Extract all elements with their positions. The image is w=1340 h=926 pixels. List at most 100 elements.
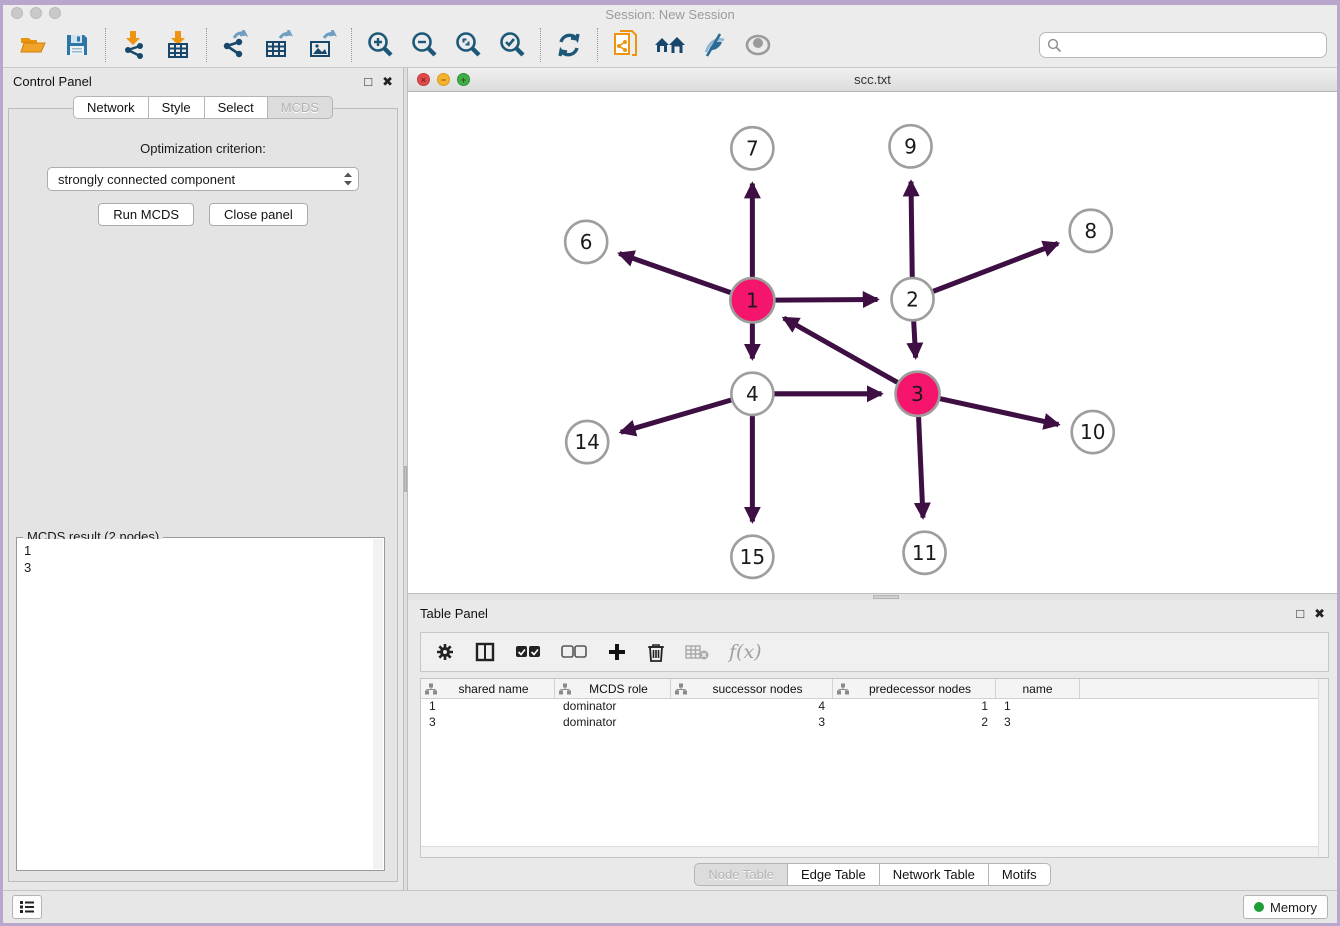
tab-edge-table[interactable]: Edge Table [788, 863, 880, 886]
mcds-result-list[interactable]: 13 [18, 539, 383, 869]
table-cell[interactable]: 2 [833, 715, 996, 731]
node-7[interactable]: 7 [731, 127, 773, 169]
network-zoom-button[interactable]: + [457, 73, 470, 86]
tab-mcds[interactable]: MCDS [268, 96, 333, 119]
table-vertical-scrollbar[interactable] [1318, 679, 1328, 857]
show-column-panel-icon [475, 642, 495, 662]
create-column-button[interactable] [607, 642, 627, 662]
minimize-window-button[interactable] [30, 7, 42, 19]
float-panel-icon[interactable]: □ [364, 75, 372, 88]
splitter-handle[interactable] [404, 466, 407, 492]
export-table-button[interactable] [261, 28, 297, 62]
node-9[interactable]: 9 [890, 125, 932, 167]
table-cell[interactable]: dominator [555, 715, 671, 731]
network-minimize-button[interactable]: − [437, 73, 450, 86]
export-image-button[interactable] [305, 28, 341, 62]
table-cell[interactable]: 3 [671, 715, 833, 731]
import-network-button[interactable] [116, 28, 152, 62]
delete-table-button[interactable] [685, 644, 709, 660]
close-panel-icon[interactable]: ✖ [1314, 607, 1325, 620]
splitter-handle[interactable] [873, 595, 899, 599]
column-header-name[interactable]: name [996, 679, 1080, 698]
table-row[interactable]: 1dominator411 [421, 699, 1328, 715]
column-header-successor-nodes[interactable]: successor nodes [671, 679, 833, 698]
control-panel-header: Control Panel □ ✖ [3, 68, 403, 94]
tab-style[interactable]: Style [149, 96, 205, 119]
zoom-in-button[interactable] [362, 28, 398, 62]
zoom-selected-button[interactable] [494, 28, 530, 62]
memory-button[interactable]: Memory [1243, 895, 1328, 919]
tab-network-table[interactable]: Network Table [880, 863, 989, 886]
column-header-MCDS-role[interactable]: MCDS role [555, 679, 671, 698]
show-column-panel-button[interactable] [475, 642, 495, 662]
apply-layout-button[interactable] [551, 28, 587, 62]
edge-2-9[interactable] [911, 182, 912, 278]
close-panel-button[interactable]: Close panel [209, 203, 308, 226]
edge-3-11[interactable] [919, 417, 923, 518]
node-1[interactable]: 1 [730, 278, 774, 322]
network-graph[interactable]: 7 9 6 8 1 2 4 3 14 10 15 11 [408, 92, 1337, 593]
first-neighbors-button[interactable] [652, 28, 688, 62]
table-options-button[interactable] [435, 642, 455, 662]
node-3[interactable]: 3 [896, 372, 940, 416]
close-panel-icon[interactable]: ✖ [382, 75, 393, 88]
table-cell[interactable]: 1 [833, 699, 996, 715]
result-scrollbar[interactable] [373, 539, 383, 869]
application-window: Session: New Session [0, 0, 1340, 926]
network-canvas[interactable]: 7 9 6 8 1 2 4 3 14 10 15 11 [408, 92, 1337, 593]
zoom-window-button[interactable] [49, 7, 61, 19]
close-window-button[interactable] [11, 7, 23, 19]
node-8[interactable]: 8 [1070, 210, 1112, 252]
table-panel: Table Panel □ ✖ [408, 600, 1337, 890]
table-horizontal-scrollbar[interactable] [421, 846, 1318, 857]
tab-node-table[interactable]: Node Table [694, 863, 788, 886]
tab-select[interactable]: Select [205, 96, 268, 119]
table-cell[interactable]: 3 [996, 715, 1080, 731]
node-2[interactable]: 2 [892, 278, 934, 320]
task-history-button[interactable] [12, 895, 42, 919]
zoom-out-button[interactable] [406, 28, 442, 62]
tab-network[interactable]: Network [73, 96, 149, 119]
function-builder-button[interactable]: f(x) [729, 641, 762, 663]
table-row[interactable]: 3dominator323 [421, 715, 1328, 731]
open-session-button[interactable] [15, 28, 51, 62]
show-graphics-details-button[interactable] [696, 28, 732, 62]
horizontal-splitter[interactable] [408, 594, 1337, 600]
edge-1-6[interactable] [619, 254, 730, 293]
edge-4-14[interactable] [621, 400, 731, 432]
search-input[interactable] [1039, 32, 1327, 58]
column-header-shared-name[interactable]: shared name [421, 679, 555, 698]
import-table-button[interactable] [160, 28, 196, 62]
criterion-select[interactable]: strongly connected component [47, 167, 359, 191]
edge-2-8[interactable] [933, 243, 1058, 291]
run-mcds-button[interactable]: Run MCDS [98, 203, 194, 226]
table-cell[interactable]: 3 [421, 715, 555, 731]
column-header-predecessor-nodes[interactable]: predecessor nodes [833, 679, 996, 698]
table-cell[interactable]: 1 [996, 699, 1080, 715]
edge-3-1[interactable] [784, 318, 898, 382]
float-panel-icon[interactable]: □ [1296, 607, 1304, 620]
edge-2-3[interactable] [914, 321, 916, 357]
save-session-button[interactable] [59, 28, 95, 62]
node-11[interactable]: 11 [904, 532, 946, 574]
birds-eye-view-button[interactable] [740, 28, 776, 62]
table-header-row: shared nameMCDS rolesuccessor nodesprede… [421, 679, 1328, 699]
table-cell[interactable]: dominator [555, 699, 671, 715]
clone-network-button[interactable] [608, 28, 644, 62]
table-cell[interactable]: 4 [671, 699, 833, 715]
node-6[interactable]: 6 [565, 221, 607, 263]
table-cell[interactable]: 1 [421, 699, 555, 715]
network-close-button[interactable]: × [417, 73, 430, 86]
select-all-columns-button[interactable] [515, 645, 541, 659]
node-4[interactable]: 4 [731, 373, 773, 415]
delete-columns-button[interactable] [647, 642, 665, 662]
zoom-fit-button[interactable] [450, 28, 486, 62]
tab-motifs[interactable]: Motifs [989, 863, 1051, 886]
edge-1-2[interactable] [775, 299, 877, 300]
node-10[interactable]: 10 [1072, 411, 1114, 453]
edge-3-10[interactable] [940, 399, 1058, 425]
unselect-all-columns-button[interactable] [561, 645, 587, 659]
export-network-button[interactable] [217, 28, 253, 62]
node-14[interactable]: 14 [566, 421, 608, 463]
node-15[interactable]: 15 [731, 536, 773, 578]
